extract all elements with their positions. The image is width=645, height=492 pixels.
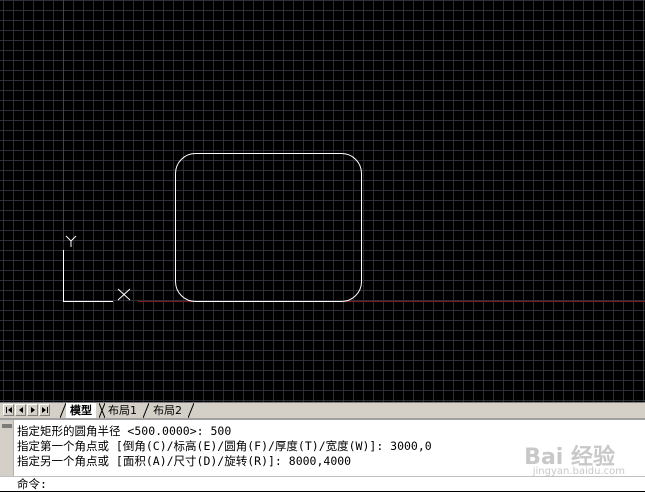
watermark-url: jingyan.baidu.com <box>532 466 625 477</box>
rounded-rectangle[interactable] <box>175 153 362 302</box>
ucs-icon <box>63 235 131 302</box>
tab-layout1[interactable]: 布局1 <box>104 403 141 418</box>
layout-tab-bar: 模型 布局1 布局2 <box>0 402 645 418</box>
drawing-layer: X Y <box>0 0 645 302</box>
baidu-jingyan-watermark: Bai 经验 jingyan.baidu.com <box>524 439 625 477</box>
command-history-line: 指定另一个角点或 [面积(A)/尺寸(D)/旋转(R)]: 8000,4000 <box>17 454 352 468</box>
command-window-grip[interactable] <box>0 420 14 476</box>
command-prompt[interactable]: 命令: <box>17 477 47 492</box>
tab-edge-icon <box>188 403 194 418</box>
ucs-y-text: Y <box>66 233 67 234</box>
ucs-y-label: Y <box>0 0 1 1</box>
tab-layout2[interactable]: 布局2 <box>149 403 186 418</box>
prev-tab-button[interactable] <box>15 404 26 416</box>
prev-arrow-icon <box>19 407 23 413</box>
grip-dots-icon <box>2 424 12 428</box>
last-arrow-icon <box>42 407 48 413</box>
next-tab-button[interactable] <box>27 404 38 416</box>
last-tab-button[interactable] <box>39 404 50 416</box>
next-arrow-icon <box>31 407 35 413</box>
command-history-line: 指定矩形的圆角半径 <500.0000>: 500 <box>17 424 232 438</box>
first-arrow-icon <box>6 407 12 413</box>
command-window: 指定矩形的圆角半径 <500.0000>: 500 指定第一个角点或 [倒角(C… <box>0 418 645 491</box>
command-history-line: 指定第一个角点或 [倒角(C)/标高(E)/圆角(F)/厚度(T)/宽度(W)]… <box>17 439 432 453</box>
tab-model[interactable]: 模型 <box>66 403 96 418</box>
drawing-canvas[interactable]: X Y <box>0 0 645 402</box>
first-tab-button[interactable] <box>3 404 14 416</box>
ucs-x-label: X <box>0 0 1 1</box>
